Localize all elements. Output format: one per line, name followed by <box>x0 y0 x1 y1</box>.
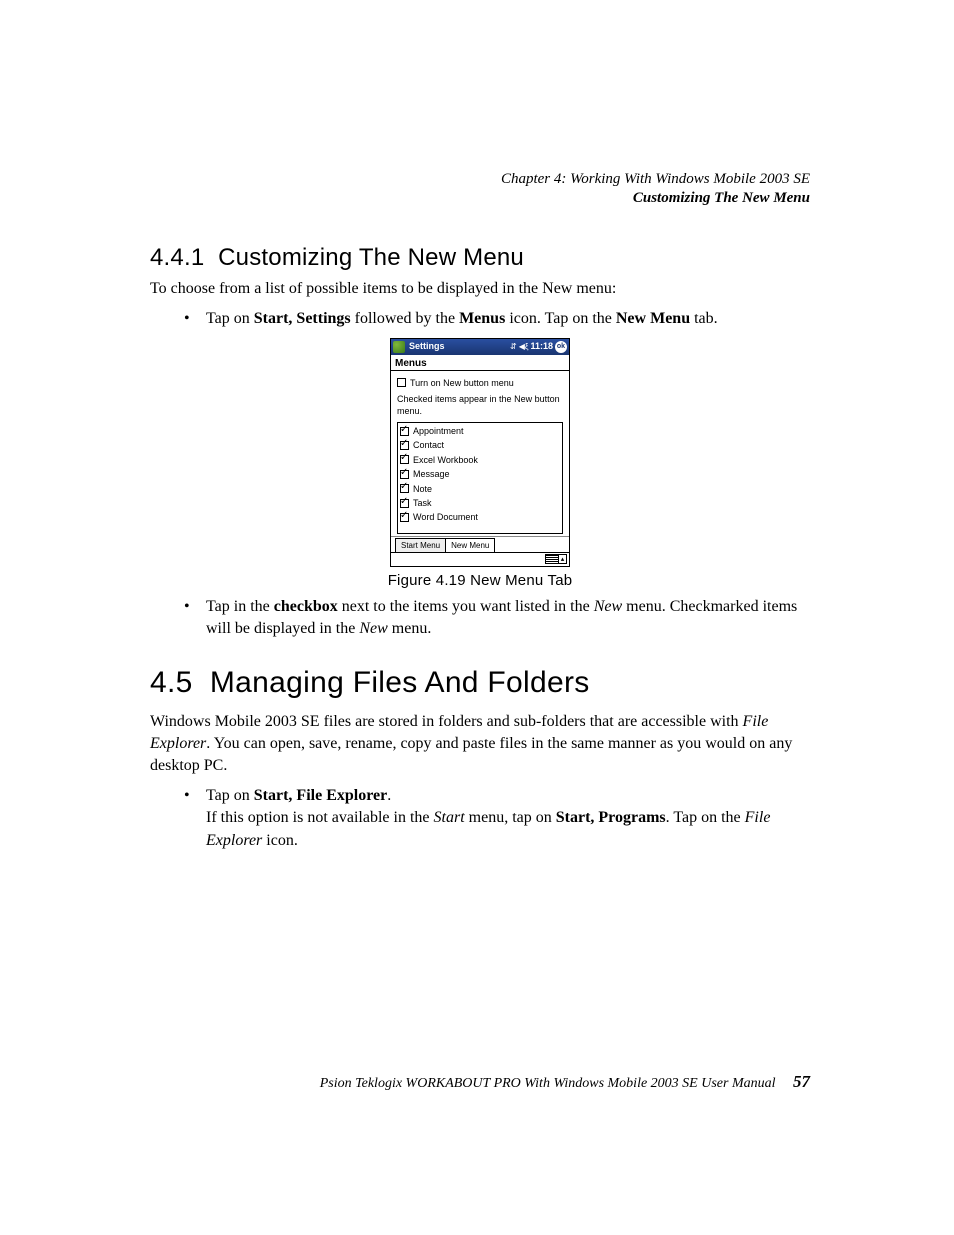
intro-paragraph: To choose from a list of possible items … <box>150 278 810 300</box>
app-title: Settings <box>407 340 445 352</box>
item-label: Message <box>413 468 450 480</box>
status-icons: ⇵ ◀ξ 11:18 ok <box>510 340 567 352</box>
device-screenshot: Settings ⇵ ◀ξ 11:18 ok Menus Turn on New… <box>390 338 570 567</box>
bottom-bar: ▴ <box>391 552 569 566</box>
heading-title: Managing Files And Folders <box>210 666 590 699</box>
item-label: Task <box>413 497 432 509</box>
item-label: Appointment <box>413 425 464 437</box>
page-number: 57 <box>779 1072 810 1091</box>
input-selector-arrow[interactable]: ▴ <box>559 554 567 564</box>
item-label: Contact <box>413 439 444 451</box>
connectivity-icon: ⇵ <box>510 341 517 352</box>
heading-title: Customizing The New Menu <box>218 244 524 271</box>
running-header: Chapter 4: Working With Windows Mobile 2… <box>150 170 810 208</box>
paragraph-4-5: Windows Mobile 2003 SE files are stored … <box>150 711 810 777</box>
figure-caption: Figure 4.19 New Menu Tab <box>150 571 810 592</box>
item-checkbox[interactable] <box>400 513 409 522</box>
chapter-line: Chapter 4: Working With Windows Mobile 2… <box>150 170 810 189</box>
items-listbox[interactable]: Appointment Contact Excel Workbook Messa… <box>397 422 563 534</box>
bullet-tap-checkbox: Tap in the checkbox next to the items yo… <box>150 596 810 640</box>
item-checkbox[interactable] <box>400 484 409 493</box>
list-item[interactable]: Excel Workbook <box>400 454 560 466</box>
heading-4-5: 4.5 Managing Files And Folders <box>150 662 810 703</box>
item-checkbox[interactable] <box>400 441 409 450</box>
list-item[interactable]: Word Document <box>400 511 560 523</box>
titlebar: Settings ⇵ ◀ξ 11:18 ok <box>391 339 569 355</box>
list-item[interactable]: Appointment <box>400 425 560 437</box>
ok-button[interactable]: ok <box>555 341 567 353</box>
turn-on-checkbox[interactable] <box>397 378 406 387</box>
hint-text: Checked items appear in the New button m… <box>397 393 563 418</box>
screen-title: Menus <box>391 355 569 371</box>
start-icon[interactable] <box>393 341 405 353</box>
bullet-tap-start-settings: Tap on Start, Settings followed by the M… <box>150 308 810 330</box>
item-label: Excel Workbook <box>413 454 478 466</box>
footer-text: Psion Teklogix WORKABOUT PRO With Window… <box>320 1076 776 1091</box>
item-checkbox[interactable] <box>400 427 409 436</box>
list-item[interactable]: Message <box>400 468 560 480</box>
item-checkbox[interactable] <box>400 499 409 508</box>
tab-strip: Start Menu New Menu <box>391 536 569 552</box>
item-label: Word Document <box>413 511 478 523</box>
keyboard-icon[interactable] <box>545 554 559 564</box>
list-item[interactable]: Note <box>400 483 560 495</box>
bullet-start-file-explorer: Tap on Start, File Explorer. If this opt… <box>150 785 810 851</box>
turn-on-label: Turn on New button menu <box>410 377 514 389</box>
figure-4-19: Settings ⇵ ◀ξ 11:18 ok Menus Turn on New… <box>150 338 810 592</box>
turn-on-row[interactable]: Turn on New button menu <box>397 377 563 389</box>
page-footer: Psion Teklogix WORKABOUT PRO With Window… <box>150 1072 810 1092</box>
volume-icon: ◀ξ <box>519 341 529 352</box>
clock: 11:18 <box>530 340 553 352</box>
heading-number: 4.5 <box>150 666 193 699</box>
item-checkbox[interactable] <box>400 455 409 464</box>
tab-new-menu[interactable]: New Menu <box>445 538 495 552</box>
list-item[interactable]: Task <box>400 497 560 509</box>
section-line: Customizing The New Menu <box>150 189 810 208</box>
list-item[interactable]: Contact <box>400 439 560 451</box>
heading-number: 4.4.1 <box>150 244 204 271</box>
tab-start-menu[interactable]: Start Menu <box>395 538 446 552</box>
item-label: Note <box>413 483 432 495</box>
item-checkbox[interactable] <box>400 470 409 479</box>
heading-4-4-1: 4.4.1 Customizing The New Menu <box>150 244 810 272</box>
